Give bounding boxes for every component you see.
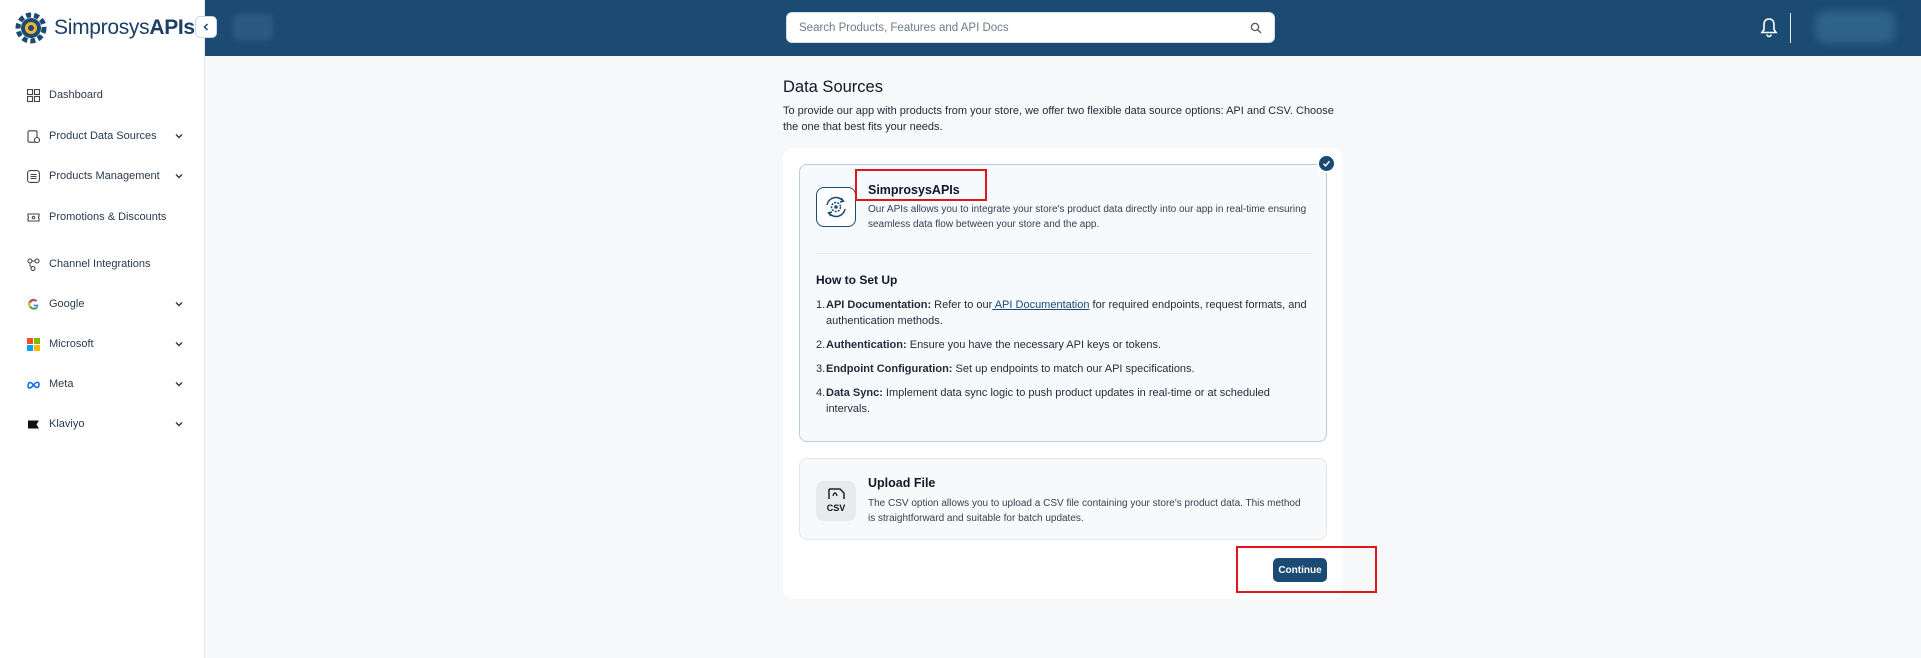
klaviyo-icon	[26, 417, 40, 431]
sidebar-item-meta[interactable]: Meta	[0, 369, 205, 399]
sidebar-collapse-button[interactable]	[195, 16, 217, 38]
bell-icon[interactable]	[1759, 17, 1779, 39]
chevron-down-icon	[175, 422, 183, 427]
integration-icon	[26, 257, 40, 271]
csv-file-icon: CSV	[816, 481, 856, 521]
ticket-icon	[26, 210, 40, 224]
sidebar-item-product-data-sources[interactable]: Product Data Sources	[0, 121, 205, 151]
step-heading: Data Sync:	[826, 387, 883, 399]
top-header	[205, 0, 1921, 56]
search-bar[interactable]	[786, 12, 1275, 43]
user-profile-menu[interactable]	[1815, 11, 1895, 43]
page-header: Data Sources To provide our app with pro…	[783, 78, 1343, 135]
continue-button[interactable]: Continue	[1273, 558, 1327, 582]
microsoft-icon	[26, 337, 40, 351]
sidebar-item-label: Products Management	[49, 170, 160, 182]
option-title: SimprosysAPIs	[868, 183, 960, 197]
howto-step: 1. API Documentation: Refer to our API D…	[816, 297, 1314, 329]
page-description: To provide our app with products from yo…	[783, 105, 1334, 133]
page-title: Data Sources	[783, 78, 883, 96]
chevron-down-icon	[175, 174, 183, 179]
logo-gear-icon	[15, 12, 47, 44]
chevron-down-icon	[175, 342, 183, 347]
chevron-down-icon	[175, 382, 183, 387]
option-title: Upload File	[868, 476, 936, 490]
list-box-icon	[26, 169, 40, 183]
chevron-down-icon	[175, 302, 183, 307]
meta-icon	[26, 377, 40, 391]
sidebar-item-label: Google	[49, 298, 85, 310]
chevron-down-icon	[175, 134, 183, 139]
step-heading: Endpoint Configuration:	[826, 363, 953, 375]
selected-check-icon	[1317, 154, 1336, 173]
sidebar-item-microsoft[interactable]: Microsoft	[0, 329, 205, 359]
step-text: Ensure you have the necessary API keys o…	[906, 339, 1162, 351]
howto-step: 4. Data Sync: Implement data sync logic …	[816, 385, 1314, 417]
data-source-icon	[26, 129, 40, 143]
sidebar-item-channel-integrations[interactable]: Channel Integrations	[0, 249, 205, 279]
step-number: 1.	[816, 299, 826, 311]
grid-icon	[26, 88, 40, 102]
sidebar-item-promotions-discounts[interactable]: Promotions & Discounts	[0, 202, 205, 232]
step-text: Refer to our	[931, 299, 993, 311]
sidebar-item-label: Promotions & Discounts	[49, 211, 167, 223]
sidebar-item-klaviyo[interactable]: Klaviyo	[0, 409, 205, 439]
step-number: 4.	[816, 387, 826, 399]
howto-step: 3. Endpoint Configuration: Set up endpoi…	[816, 361, 1314, 377]
csv-icon-label: CSV	[827, 503, 846, 513]
sidebar-item-label: Product Data Sources	[49, 130, 157, 142]
sidebar: SimprosysAPIs Dashboard Product Data Sou…	[0, 0, 205, 658]
howto-title: How to Set Up	[816, 273, 898, 287]
search-icon[interactable]	[1250, 22, 1262, 34]
step-heading: Authentication:	[826, 339, 907, 351]
sidebar-item-label: Dashboard	[49, 89, 103, 101]
step-number: 3.	[816, 363, 826, 375]
sidebar-item-label: Channel Integrations	[49, 258, 151, 270]
divider	[816, 253, 1312, 254]
store-switcher[interactable]	[233, 14, 273, 40]
step-number: 2.	[816, 339, 826, 351]
api-sync-icon	[816, 187, 856, 227]
api-documentation-link[interactable]: API Documentation	[992, 299, 1090, 311]
step-heading: API Documentation:	[826, 299, 932, 311]
sidebar-item-label: Meta	[49, 378, 74, 390]
howto-step: 2. Authentication: Ensure you have the n…	[816, 337, 1314, 353]
search-input[interactable]	[799, 21, 1250, 34]
step-text: Implement data sync logic to push produc…	[826, 387, 1270, 415]
option-upload-file[interactable]: CSV Upload File The CSV option allows yo…	[799, 458, 1327, 540]
howto-steps: 1. API Documentation: Refer to our API D…	[816, 297, 1314, 425]
google-icon	[26, 297, 40, 311]
header-divider	[1790, 13, 1791, 43]
option-simprosys-apis[interactable]: SimprosysAPIs Our APIs allows you to int…	[799, 164, 1327, 442]
sidebar-item-label: Klaviyo	[49, 418, 85, 430]
sidebar-item-products-management[interactable]: Products Management	[0, 161, 205, 191]
brand-name: SimprosysAPIs	[54, 16, 195, 39]
option-description: Our APIs allows you to integrate your st…	[868, 204, 1307, 230]
option-description: The CSV option allows you to upload a CS…	[868, 498, 1301, 524]
brand-logo[interactable]: SimprosysAPIs	[14, 11, 195, 45]
chevron-left-icon	[203, 23, 209, 31]
sidebar-item-label: Microsoft	[49, 338, 94, 350]
sidebar-item-dashboard[interactable]: Dashboard	[0, 80, 205, 110]
step-text: Set up endpoints to match our API specif…	[952, 363, 1195, 375]
sidebar-item-google[interactable]: Google	[0, 289, 205, 319]
